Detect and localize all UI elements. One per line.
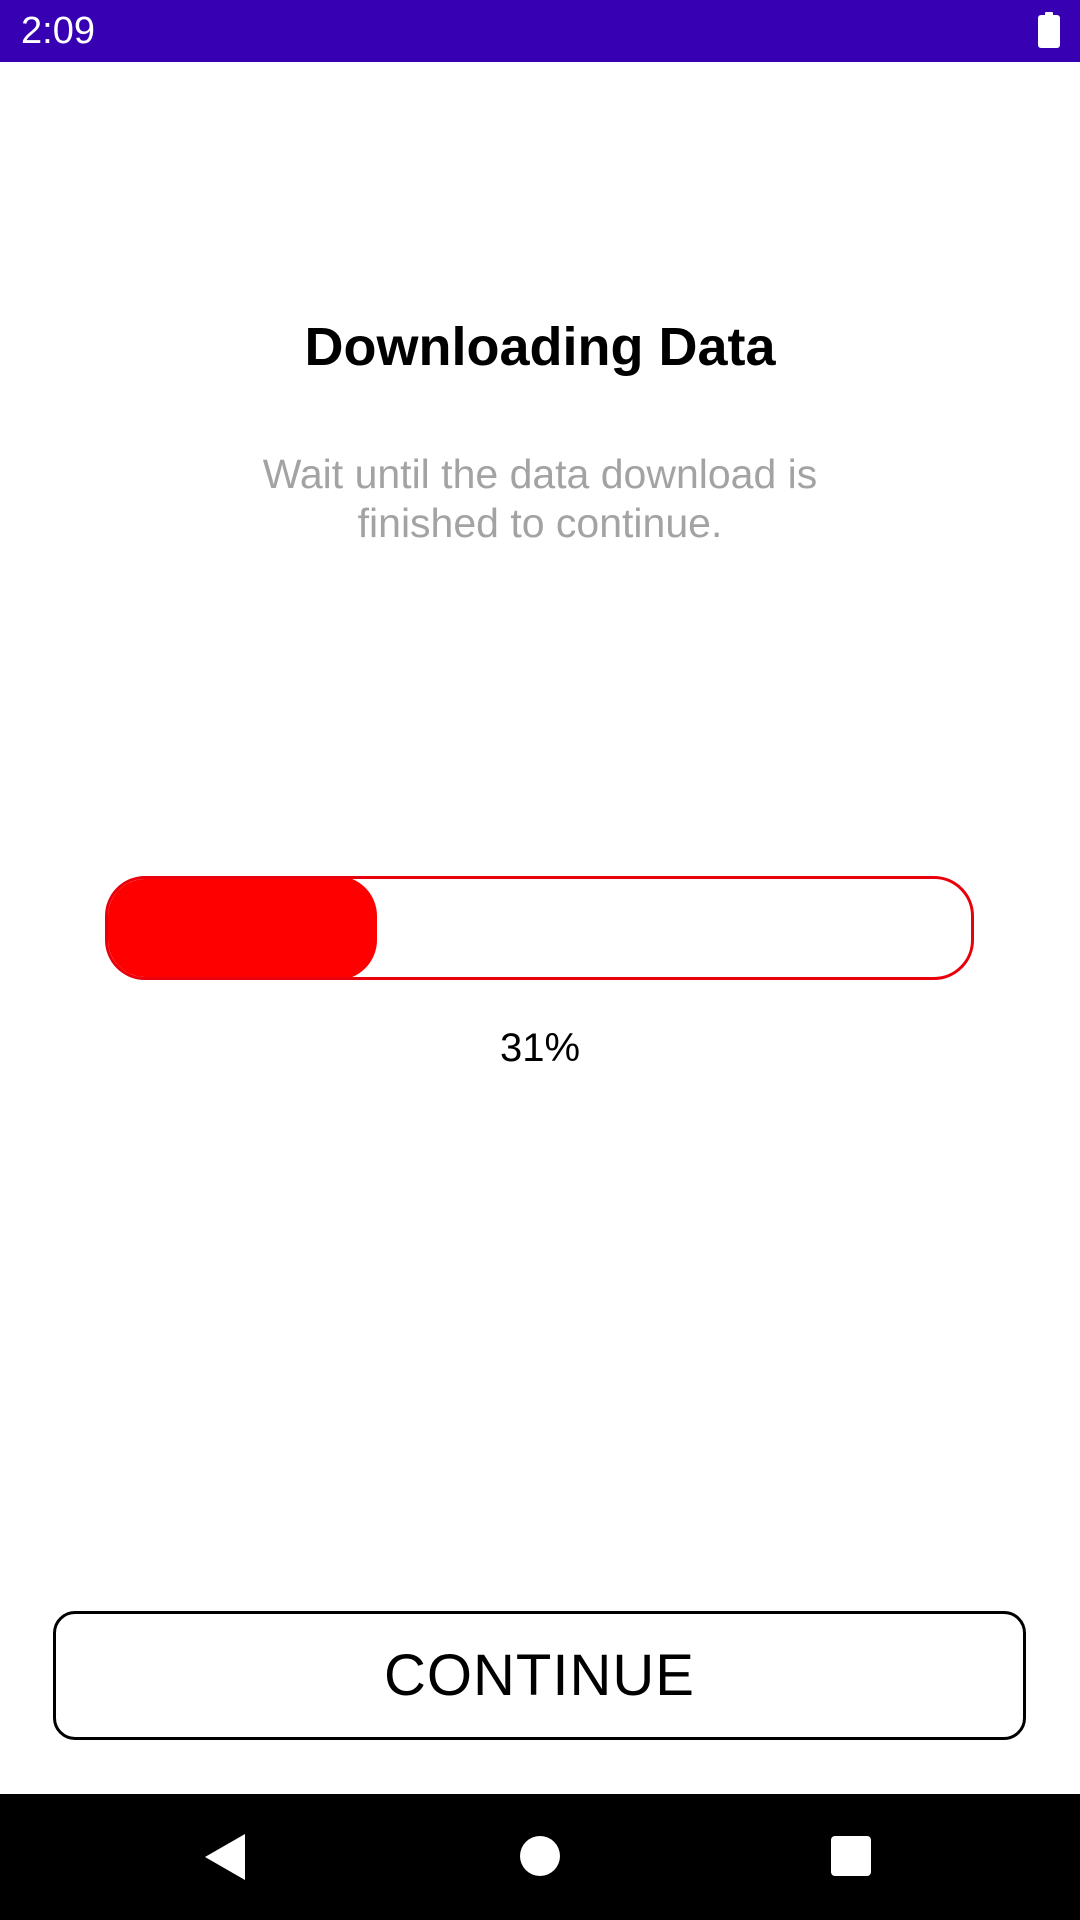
page-title: Downloading Data	[304, 317, 776, 377]
page-subtitle: Wait until the data download is finished…	[262, 451, 818, 546]
home-icon[interactable]	[520, 1836, 560, 1876]
download-progress-label: 31%	[499, 1026, 581, 1070]
recents-icon[interactable]	[831, 1836, 871, 1876]
continue-button[interactable]: CONTINUE	[53, 1611, 1026, 1740]
status-time: 2:09	[21, 10, 95, 52]
battery-icon	[1038, 12, 1060, 48]
back-icon[interactable]	[205, 1834, 245, 1880]
download-progress-bar	[105, 876, 974, 980]
continue-button-label: CONTINUE	[384, 1643, 695, 1708]
status-bar: 2:09	[0, 0, 1080, 62]
download-screen: 2:09 Downloading Data Wait until the dat…	[0, 0, 1080, 1920]
navigation-bar	[0, 1794, 1080, 1920]
download-progress-fill	[108, 879, 377, 977]
